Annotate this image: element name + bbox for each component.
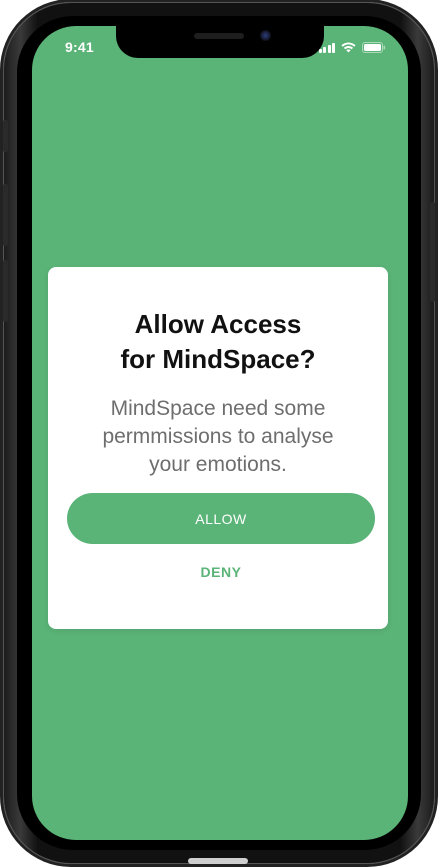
dialog-title: Allow Access for MindSpace? [48, 307, 388, 377]
front-camera-icon [260, 30, 271, 41]
status-time: 9:41 [65, 39, 94, 55]
power-button [430, 202, 435, 302]
volume-down-button [3, 260, 8, 322]
dialog-message-line: MindSpace need some [110, 397, 326, 420]
phone-screen: 9:41 Allow Access for MindSpace? MindSpa… [32, 26, 408, 840]
permission-dialog: Allow Access for MindSpace? MindSpace ne… [48, 267, 388, 629]
dialog-message-line: permmissions to analyse [102, 425, 334, 448]
volume-up-button [3, 184, 8, 246]
home-indicator [188, 858, 248, 864]
notch [116, 26, 324, 58]
cellular-signal-icon [318, 43, 335, 53]
dialog-message-line: your emotions. [149, 453, 287, 476]
dialog-message: MindSpace need some permmissions to anal… [48, 395, 388, 479]
dialog-title-line: Allow Access [134, 309, 302, 339]
battery-icon [362, 42, 386, 53]
deny-button[interactable]: DENY [168, 557, 274, 587]
wifi-icon [341, 42, 356, 53]
speaker-grille [194, 33, 244, 39]
allow-button[interactable]: ALLOW [67, 493, 375, 544]
silent-switch [3, 120, 8, 152]
status-icons [318, 42, 387, 53]
dialog-title-line: for MindSpace? [120, 344, 316, 374]
